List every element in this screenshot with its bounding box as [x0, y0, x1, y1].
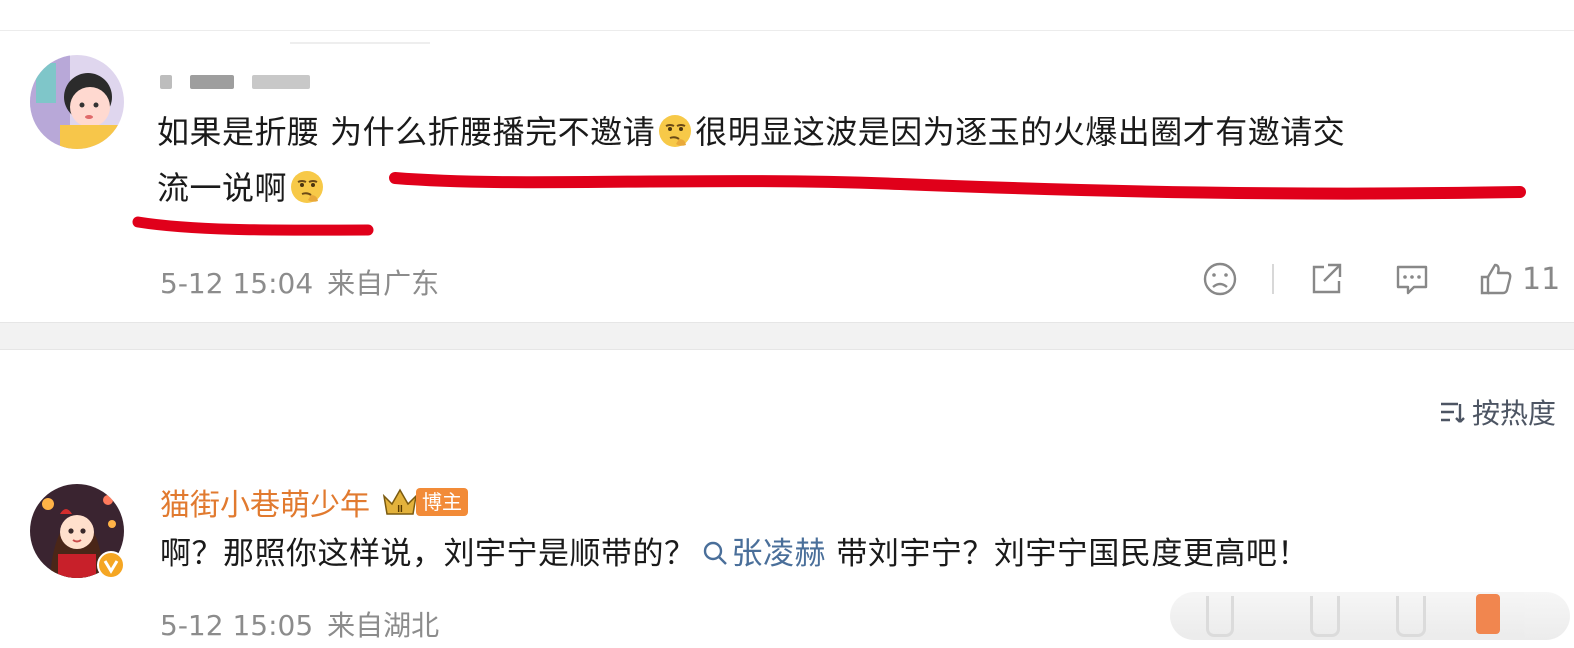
username[interactable]: 猫街小巷萌少年: [160, 480, 370, 524]
sort-toggle[interactable]: 按热度: [1438, 392, 1556, 432]
comment-icon[interactable]: [1392, 259, 1432, 299]
action-separator: [1272, 264, 1274, 294]
crown-icon: II: [382, 488, 418, 515]
mention-link[interactable]: 张凌赫: [696, 536, 827, 572]
comment-location: 来自湖北: [327, 609, 440, 642]
red-underline-annotation: [132, 172, 1526, 236]
comment-meta: 5-12 15:05 来自湖北: [160, 604, 439, 644]
section-divider: [0, 322, 1574, 350]
like-icon[interactable]: [1476, 259, 1516, 299]
svg-text:II: II: [397, 504, 403, 515]
comment-meta: 5-12 15:04 来自广东: [160, 262, 439, 302]
comment-author[interactable]: 猫街小巷萌少年 II 博主: [160, 480, 468, 524]
sort-icon: [1440, 402, 1465, 423]
author-badge: 博主: [416, 488, 468, 516]
sort-label: 按热度: [1471, 397, 1556, 430]
dislike-icon[interactable]: [1200, 259, 1240, 299]
faded-action-overlay: [1170, 592, 1570, 640]
comment-date: 5-12 15:04: [160, 267, 314, 300]
comment-actions: 11: [1200, 259, 1560, 299]
search-icon: [703, 541, 727, 565]
comment-text: 啊？那照你这样说，刘宇宁是顺带的？ 张凌赫 带刘宇宁？刘宇宁国民度更高吧！: [160, 536, 1309, 572]
comment-location: 来自广东: [327, 267, 440, 300]
verified-badge-icon: [97, 551, 125, 579]
like-count: 11: [1522, 261, 1561, 297]
share-icon[interactable]: [1306, 259, 1346, 299]
comment-date: 5-12 15:05: [160, 609, 314, 642]
